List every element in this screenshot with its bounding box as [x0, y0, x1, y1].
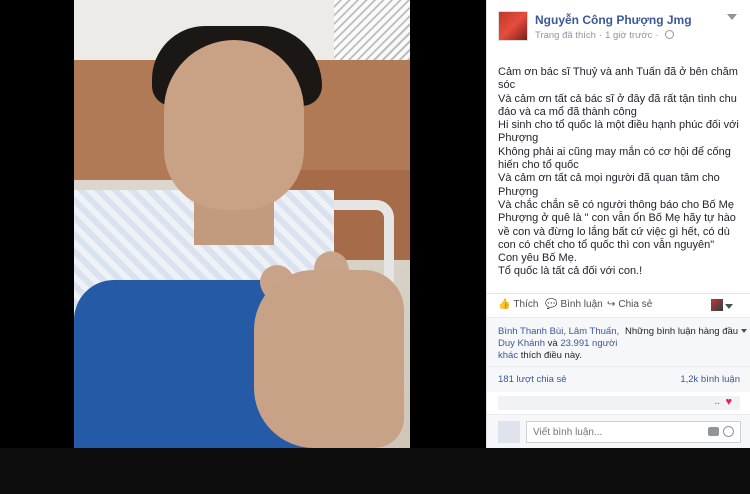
post-paragraph: Con yêu Bố Mẹ. [498, 252, 577, 265]
post-paragraph: Và cảm ơn tất cả mọi người đã quan tâm c… [498, 172, 720, 198]
post-stats: 181 lượt chia sẻ 1,2k bình luận [487, 366, 750, 392]
likers-text: Bình Thanh Bùi, Lâm Thuấn, Duy Khánh và … [498, 326, 623, 362]
avatar [498, 421, 520, 443]
photo-face [164, 40, 304, 210]
comment-preview: .. ♥ [498, 396, 740, 410]
photo-stage [0, 0, 486, 448]
comment-label: Bình luận [560, 299, 603, 310]
likers-suffix: thích điều này. [520, 350, 582, 361]
post-paragraph: Và chắc chắn sẽ có người thông báo cho B… [498, 198, 736, 251]
share-label: Chia sẻ [618, 299, 653, 310]
likes-summary: Bình Thanh Bùi, Lâm Thuấn, Duy Khánh và … [487, 317, 750, 366]
comment-button[interactable]: 💬 Bình luận [545, 299, 603, 310]
post-actions: 👍 Thích 💬 Bình luận ↪ Chia sẻ [487, 293, 750, 317]
photo-hand [254, 270, 404, 448]
post-body: Cảm ơn bác sĩ Thuỷ và anh Tuấn đã ở bên … [498, 66, 744, 279]
camera-icon[interactable] [708, 427, 719, 436]
post-header: Nguyễn Công Phượng Jmg Trang đã thích · 1 … [487, 0, 750, 52]
post-paragraph: Và cảm ơn tất cả bác sĩ ở đây đã rất tận… [498, 92, 737, 118]
comment-composer [487, 414, 750, 448]
post-timestamp[interactable]: 1 giờ trước [605, 30, 652, 41]
post-as-avatar[interactable] [711, 299, 723, 311]
share-button[interactable]: ↪ Chia sẻ [607, 299, 652, 310]
post-paragraph: Tổ quốc là tất cả đối với con.! [498, 265, 643, 278]
share-count[interactable]: 181 lượt chia sẻ [498, 374, 567, 385]
emoji-icon[interactable] [723, 426, 734, 437]
meta-source: Trang đã thích [535, 30, 596, 41]
caret-down-icon [741, 329, 748, 333]
share-arrow-icon: ↪ [607, 299, 616, 310]
bottom-bar [0, 448, 750, 494]
post-paragraph: Hi sinh cho tổ quốc là một điều hạnh phú… [498, 119, 739, 145]
chevron-down-icon[interactable] [725, 304, 733, 309]
post-photo[interactable] [74, 0, 410, 448]
post-paragraph: Không phải ai cũng may mắn có cơ hội để … [498, 145, 731, 172]
comment-ellipsis: .. [714, 396, 720, 407]
globe-icon [664, 30, 674, 39]
like-label: Thích [513, 299, 539, 310]
post-panel: Nguyễn Công Phượng Jmg Trang đã thích · 1 … [486, 0, 750, 448]
post-meta: Trang đã thích · 1 giờ trước · [535, 30, 674, 41]
top-comments-label: Những bình luận hàng đầu [625, 326, 739, 337]
speech-bubble-icon: 💬 [545, 299, 558, 310]
author-avatar[interactable] [498, 11, 528, 41]
post-paragraph: Cảm ơn bác sĩ Thuỷ và anh Tuấn đã ở bên … [498, 66, 738, 92]
like-button[interactable]: 👍 Thích [498, 299, 538, 310]
likers-and: và [547, 338, 558, 349]
chevron-down-icon[interactable] [727, 14, 737, 20]
heart-icon[interactable]: ♥ [725, 396, 732, 408]
top-comments-dropdown[interactable]: Những bình luận hàng đầu [625, 326, 748, 337]
meta-separator: · [598, 30, 603, 41]
author-name[interactable]: Nguyễn Công Phượng Jmg [535, 13, 692, 27]
thumbs-up-icon: 👍 [498, 299, 511, 310]
comment-count[interactable]: 1,2k bình luận [680, 374, 740, 385]
meta-separator: · [655, 30, 659, 41]
